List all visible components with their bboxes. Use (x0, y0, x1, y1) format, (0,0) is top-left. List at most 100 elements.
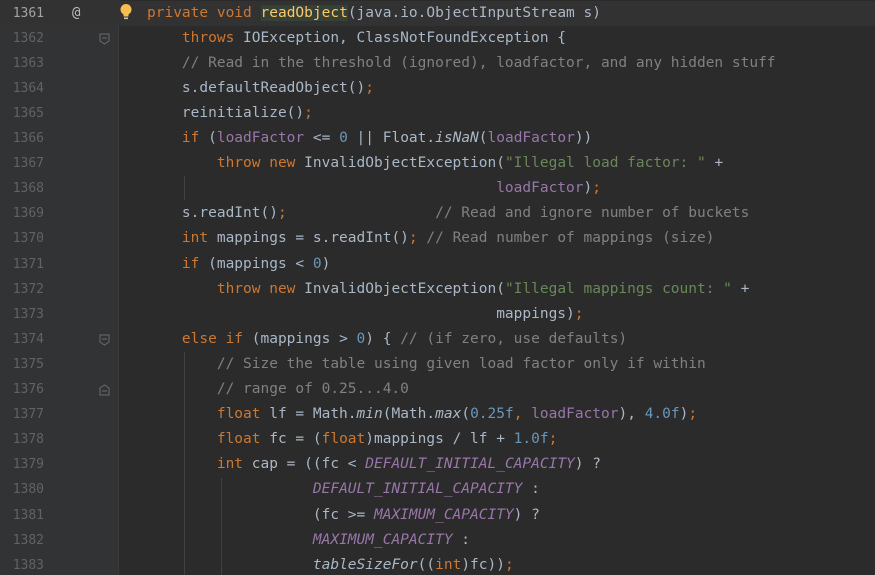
code-line[interactable]: 1361 @ private void readObject(java.io.Obj… (0, 0, 875, 26)
code-token: (( (417, 556, 436, 573)
code-token: DEFAULT_INITIAL_CAPACITY (312, 481, 523, 498)
code-text[interactable]: int cap = ((fc < DEFAULT_INITIAL_CAPACIT… (147, 452, 601, 477)
code-token: InvalidObjectException( (304, 280, 505, 297)
code-token: MAXIMUM_CAPACITY (312, 531, 453, 548)
code-token: reinitialize() (147, 104, 305, 121)
code-line[interactable]: 1376 // range of 0.25...4.0 (0, 377, 875, 402)
code-text[interactable]: else if (mappings > 0) { // (if zero, us… (147, 327, 627, 352)
fold-icon[interactable] (99, 33, 110, 45)
code-line[interactable]: 1370 int mappings = s.readInt(); // Read… (0, 226, 875, 251)
code-text[interactable]: // range of 0.25...4.0 (147, 377, 409, 402)
code-line[interactable]: 1378 float fc = (float)mappings / lf + 1… (0, 427, 875, 452)
code-text[interactable]: throws IOException, ClassNotFoundExcepti… (147, 26, 566, 51)
code-token: (Math. (382, 406, 436, 423)
code-line[interactable]: 1377 float lf = Math.min(Math.max(0.25f,… (0, 402, 875, 427)
code-token: // range of 0.25...4.0 (147, 381, 409, 397)
code-line[interactable]: 1379 int cap = ((fc < DEFAULT_INITIAL_CA… (0, 452, 875, 477)
code-token: 1.0f (513, 431, 549, 448)
code-text[interactable]: s.defaultReadObject(); (147, 76, 374, 101)
code-text[interactable]: reinitialize(); (147, 101, 313, 126)
code-editor[interactable]: 1361 @ private void readObject(java.io.Obj… (0, 0, 875, 575)
code-token: 4.0f (644, 406, 680, 423)
code-token: , (513, 406, 532, 423)
lightbulb-icon[interactable] (119, 3, 133, 21)
line-number: 1365 (12, 105, 44, 121)
code-line[interactable]: 1383 tableSizeFor((int)fc)); (0, 553, 875, 575)
code-token: ), (618, 406, 645, 423)
code-text[interactable]: // Read in the threshold (ignored), load… (147, 51, 776, 76)
code-token: readObject (260, 4, 348, 21)
code-token: )) (574, 130, 593, 146)
code-text[interactable]: if (loadFactor <= 0 || Float.isNaN(loadF… (147, 126, 592, 151)
code-line[interactable]: 1381 (fc >= MAXIMUM_CAPACITY) ? (0, 503, 875, 528)
code-line[interactable]: 1372 throw new InvalidObjectException("I… (0, 277, 875, 302)
code-text[interactable]: throw new InvalidObjectException("Illega… (147, 151, 723, 176)
line-number: 1363 (12, 55, 44, 71)
code-token: ( (478, 130, 488, 146)
code-text[interactable]: mappings); (147, 302, 584, 327)
code-token: 0 (339, 130, 348, 146)
code-text[interactable]: int mappings = s.readInt(); // Read numb… (147, 226, 715, 251)
code-token: "Illegal mappings count: " (504, 280, 732, 297)
code-line[interactable]: 1382 MAXIMUM_CAPACITY : (0, 528, 875, 553)
code-line[interactable]: 1373 mappings); (0, 302, 875, 327)
code-line[interactable]: 1375 // Size the table using given load … (0, 352, 875, 377)
code-line[interactable]: 1374 else if (mappings > 0) { // (if zer… (0, 327, 875, 352)
code-token: MAXIMUM_CAPACITY (373, 506, 514, 523)
code-token: InvalidObjectException( (304, 155, 505, 172)
code-text[interactable]: throw new InvalidObjectException("Illega… (147, 277, 750, 302)
code-token: ; (304, 104, 313, 121)
code-line[interactable]: 1365 reinitialize(); (0, 101, 875, 126)
code-token: float (321, 431, 366, 448)
line-number: 1378 (12, 432, 44, 448)
line-number: 1375 (12, 356, 44, 372)
code-text[interactable]: float lf = Math.min(Math.max(0.25f, load… (147, 402, 697, 427)
code-token: <= (304, 130, 340, 146)
code-text[interactable]: MAXIMUM_CAPACITY : (147, 528, 470, 553)
code-token: throw new (147, 280, 305, 297)
code-text[interactable]: if (mappings < 0) (147, 252, 330, 277)
code-line[interactable]: 1369 s.readInt(); // Read and ignore num… (0, 201, 875, 226)
line-number: 1361 (12, 5, 44, 21)
code-text[interactable]: // Size the table using given load facto… (147, 352, 706, 377)
fold-end-icon[interactable] (99, 384, 110, 396)
indent-guide (184, 176, 185, 200)
fold-icon[interactable] (99, 334, 110, 346)
code-line[interactable]: 1368 loadFactor); (0, 176, 875, 201)
code-line[interactable]: 1367 throw new InvalidObjectException("I… (0, 151, 875, 176)
code-token: ; (592, 180, 601, 197)
code-token: ; (277, 205, 287, 222)
code-text[interactable]: DEFAULT_INITIAL_CAPACITY : (147, 477, 540, 502)
code-token: lf = Math. (269, 406, 357, 423)
code-text[interactable]: tableSizeFor((int)fc)); (147, 553, 514, 575)
code-text[interactable]: (fc >= MAXIMUM_CAPACITY) ? (147, 503, 540, 528)
code-token: cap = ((fc < (251, 456, 366, 473)
code-token: ; (574, 305, 584, 322)
code-token: || Float. (347, 130, 436, 146)
indent-guide (184, 352, 185, 575)
code-text[interactable]: s.readInt(); // Read and ignore number o… (147, 201, 749, 226)
code-token: s.readInt() (147, 205, 278, 222)
code-line[interactable]: 1380 DEFAULT_INITIAL_CAPACITY : (0, 477, 875, 502)
code-token: IOException, ClassNotFoundException { (243, 29, 567, 46)
override-marker-icon[interactable]: @ (72, 1, 80, 26)
code-token: float (147, 431, 270, 448)
code-line[interactable]: 1371 if (mappings < 0) (0, 252, 875, 277)
line-number: 1362 (12, 30, 44, 46)
line-number: 1367 (12, 156, 44, 172)
code-token: min (356, 406, 383, 423)
code-text[interactable]: loadFactor); (147, 176, 601, 201)
code-text[interactable]: private void readObject(java.io.ObjectIn… (147, 1, 601, 26)
code-token: ) ? (574, 456, 601, 473)
code-line[interactable]: 1363 // Read in the threshold (ignored),… (0, 51, 875, 76)
code-token: 0 (356, 330, 366, 347)
code-line[interactable]: 1364 s.defaultReadObject(); (0, 76, 875, 101)
code-token: "Illegal load factor: " (504, 155, 706, 172)
line-number: 1381 (12, 507, 44, 523)
code-line[interactable]: 1362 throws IOException, ClassNotFoundEx… (0, 26, 875, 51)
code-line[interactable]: 1366 if (loadFactor <= 0 || Float.isNaN(… (0, 126, 875, 151)
code-token: ) ? (513, 506, 540, 523)
code-token: ) (583, 180, 593, 197)
code-text[interactable]: float fc = (float)mappings / lf + 1.0f; (147, 427, 558, 452)
